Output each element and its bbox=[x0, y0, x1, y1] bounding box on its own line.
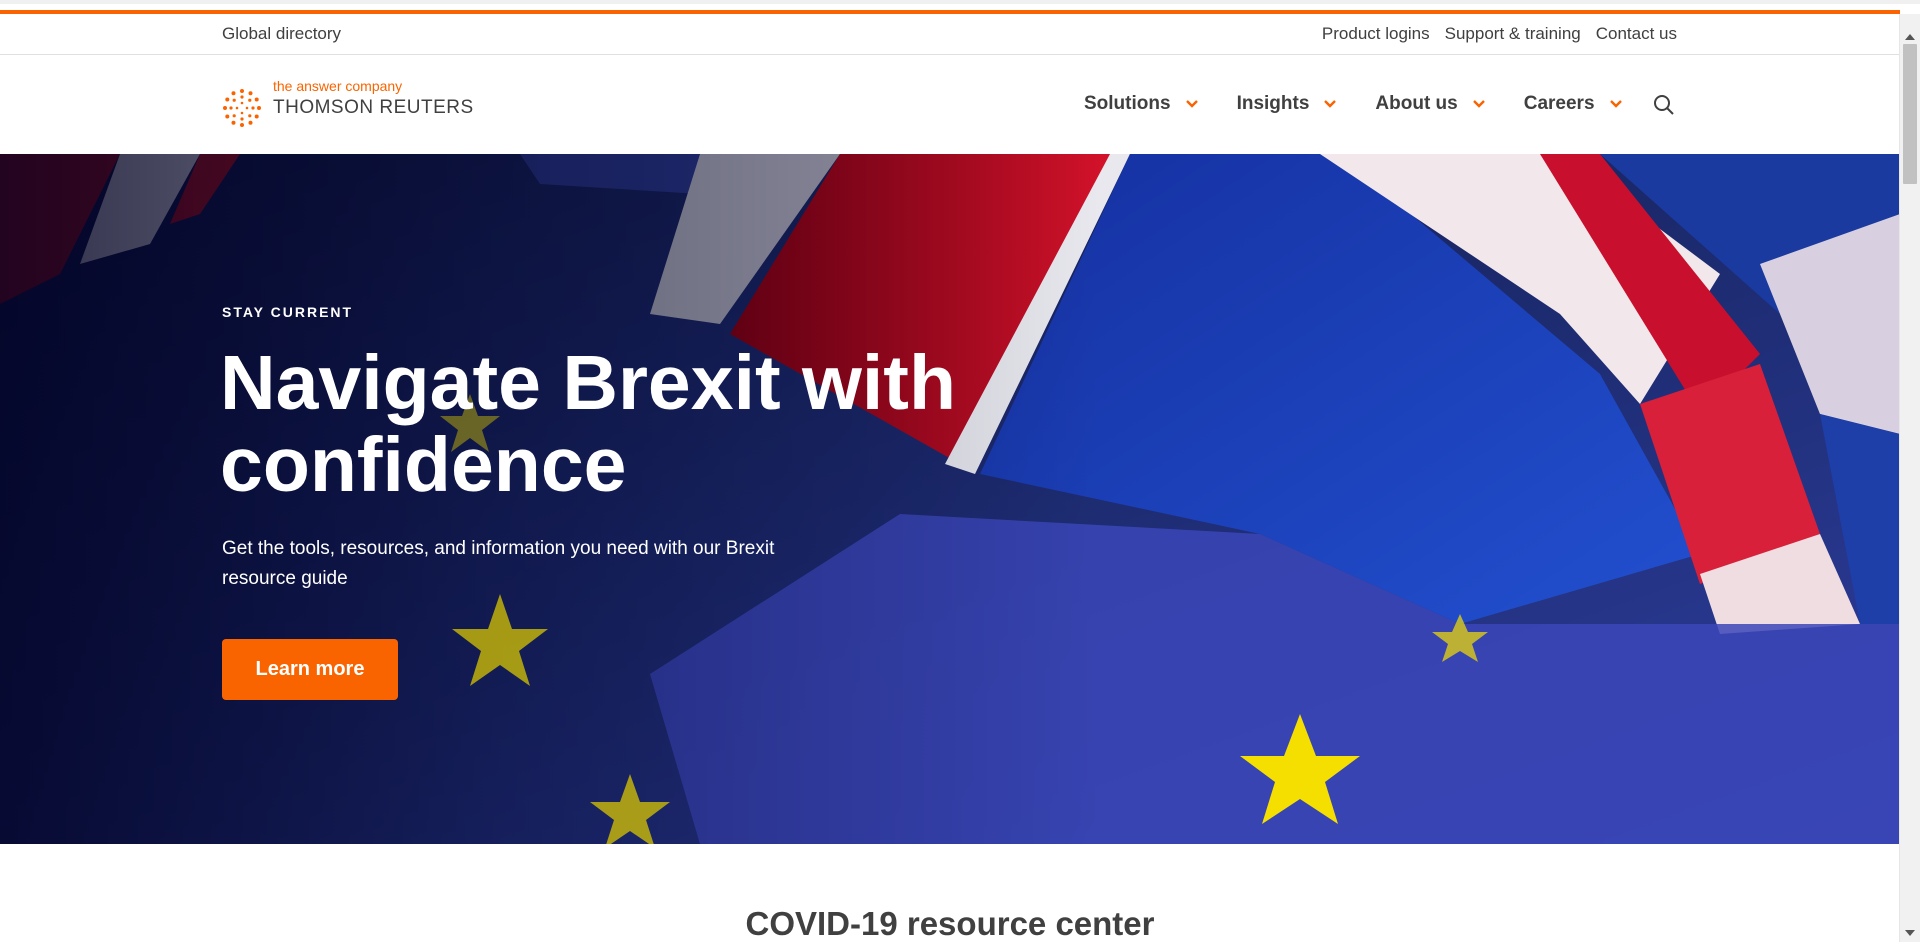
browser-top-strip bbox=[0, 0, 1920, 4]
nav-label: About us bbox=[1375, 93, 1458, 114]
nav-label: Solutions bbox=[1084, 93, 1171, 114]
hero-banner: STAY CURRENT Navigate Brexit with confid… bbox=[0, 154, 1900, 844]
chevron-down-icon bbox=[1609, 100, 1622, 108]
main-header: the answer company THOMSON REUTERS Solut… bbox=[0, 55, 1900, 153]
main-nav: Solutions Insights About us Careers bbox=[1084, 93, 1623, 115]
chevron-down-icon bbox=[1472, 100, 1485, 108]
page: Global directory Product logins Support … bbox=[0, 0, 1920, 942]
nav-item-insights[interactable]: Insights bbox=[1237, 93, 1338, 115]
covid-section-title: COVID-19 resource center bbox=[745, 905, 1155, 942]
product-logins-link[interactable]: Product logins bbox=[1322, 24, 1430, 44]
learn-more-button[interactable]: Learn more bbox=[222, 639, 398, 700]
chevron-down-icon bbox=[1324, 100, 1337, 108]
chevron-down-icon bbox=[1185, 100, 1198, 108]
utility-bar: Global directory Product logins Support … bbox=[0, 14, 1900, 55]
utility-links: Product logins Support & training Contac… bbox=[1322, 24, 1677, 44]
scroll-up-arrow-icon[interactable] bbox=[1905, 34, 1915, 40]
global-directory-link[interactable]: Global directory bbox=[222, 24, 341, 44]
nav-item-careers[interactable]: Careers bbox=[1524, 93, 1623, 115]
nav-label: Insights bbox=[1236, 93, 1310, 114]
thomson-reuters-dots-logo-icon bbox=[223, 89, 261, 127]
contact-us-link[interactable]: Contact us bbox=[1596, 24, 1677, 44]
hero-subtext: Get the tools, resources, and informatio… bbox=[222, 538, 775, 589]
support-training-link[interactable]: Support & training bbox=[1445, 24, 1581, 44]
logo-tagline: the answer company bbox=[273, 78, 403, 94]
nav-label: Careers bbox=[1523, 93, 1595, 114]
nav-item-solutions[interactable]: Solutions bbox=[1084, 93, 1199, 115]
nav-item-about-us[interactable]: About us bbox=[1375, 93, 1485, 115]
logo[interactable]: the answer company THOMSON REUTERS bbox=[222, 78, 473, 128]
page-scrollbar[interactable] bbox=[1899, 14, 1920, 942]
scroll-thumb[interactable] bbox=[1903, 44, 1917, 184]
scroll-down-arrow-icon[interactable] bbox=[1905, 930, 1915, 936]
hero-headline: Navigate Brexit with confidence bbox=[220, 340, 956, 508]
hero-eyebrow: STAY CURRENT bbox=[222, 304, 354, 320]
logo-brand-name: THOMSON REUTERS bbox=[273, 97, 474, 118]
search-icon[interactable] bbox=[1652, 93, 1676, 117]
